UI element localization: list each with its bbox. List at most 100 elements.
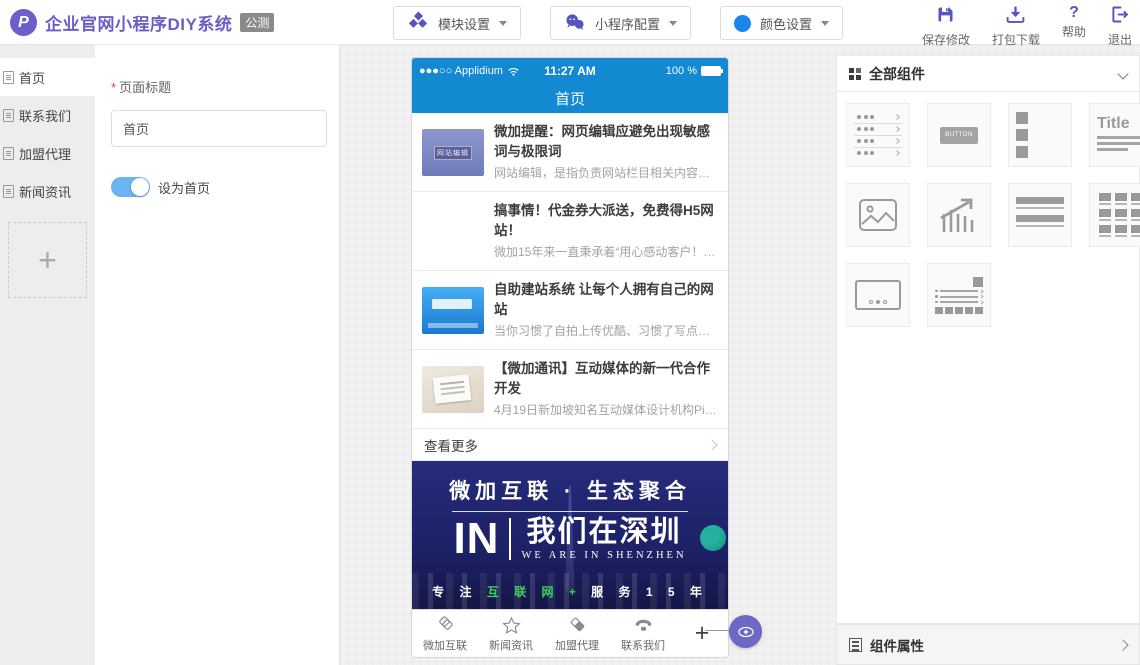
properties-title: 组件属性: [870, 635, 924, 655]
news-thumbnail: [422, 287, 484, 334]
sidebar-item-home[interactable]: 首页: [0, 58, 95, 96]
page-title-input[interactable]: [111, 110, 327, 147]
tab-news[interactable]: 新闻资讯: [478, 613, 544, 653]
add-tab-button[interactable]: +: [676, 619, 728, 648]
save-icon: [935, 4, 956, 30]
component-properties-bar[interactable]: 组件属性: [836, 624, 1140, 665]
rich-page-icon: [935, 277, 983, 314]
tab-contact[interactable]: 联系我们: [610, 613, 676, 653]
component-menu-list[interactable]: [846, 103, 910, 167]
app-title: 企业官网小程序DIY系统: [45, 10, 232, 35]
set-home-label: 设为首页: [158, 178, 210, 197]
add-page-button[interactable]: +: [8, 222, 87, 298]
header-dropdowns: 模块设置 小程序配置 颜色设置: [393, 6, 843, 40]
news-thumbnail: [422, 366, 484, 413]
tab-label: 加盟代理: [555, 637, 599, 653]
banner-bars-icon: [1016, 197, 1064, 233]
properties-list-icon: [849, 638, 862, 652]
sidebar-item-contact[interactable]: 联系我们: [0, 96, 95, 134]
view-more-link[interactable]: 查看更多: [412, 429, 728, 461]
help-icon: ?: [1069, 4, 1079, 22]
app-header: P 企业官网小程序DIY系统 公测 模块设置 小程序配置: [0, 0, 1140, 45]
news-item[interactable]: 搞事情！代金券大派送，免费得H5网站！ 微加15年来一直秉承着“用心感动客户！”…: [412, 192, 728, 271]
plus-icon: +: [695, 619, 710, 647]
banner-en-text: WE ARE IN SHENZHEN: [521, 550, 686, 561]
sidebar-item-label: 加盟代理: [19, 144, 71, 163]
module-settings-dropdown[interactable]: 模块设置: [393, 6, 521, 40]
article-list-icon: [1016, 112, 1064, 158]
component-tile-grid: BUTTON Title: [837, 92, 1139, 327]
chevron-right-icon: [706, 439, 717, 450]
tab-agency[interactable]: 加盟代理: [544, 613, 610, 653]
tab-weijia[interactable]: 微加互联: [412, 613, 478, 653]
help-button[interactable]: ? 帮助: [1062, 4, 1086, 48]
component-icon-grid[interactable]: [1089, 183, 1140, 247]
stats-chart-icon: [939, 196, 979, 234]
news-desc: 网站编辑，是指负责网站栏目相关内容的…: [494, 164, 718, 181]
phone-tab-bar: 微加互联 新闻资讯 加盟代理 联系我们 +: [412, 609, 728, 656]
component-button[interactable]: BUTTON: [927, 103, 991, 167]
news-desc: 当你习惯了自拍上传优酷、习惯了写点小…: [494, 322, 718, 339]
component-article-list[interactable]: [1008, 103, 1072, 167]
sidebar-item-label: 联系我们: [19, 106, 71, 125]
banner-tagline: 专 注 互 联 网 + 服 务 1 5 年: [412, 583, 728, 600]
component-title-text[interactable]: Title: [1089, 103, 1140, 167]
caret-down-icon: [499, 21, 507, 26]
sidebar-item-news[interactable]: 新闻资讯: [0, 172, 95, 210]
component-banner-bars[interactable]: [1008, 183, 1072, 247]
set-home-toggle[interactable]: [111, 177, 150, 197]
caret-down-icon: [821, 21, 829, 26]
news-list-component[interactable]: 网站编辑 微加提醒：网页编辑应避免出现敏感词与极限词 网站编辑，是指负责网站栏目…: [412, 113, 728, 461]
component-stats-chart[interactable]: [927, 183, 991, 247]
wechat-icon: [564, 11, 586, 36]
news-item[interactable]: 自助建站系统 让每个人拥有自己的网站 当你习惯了自拍上传优酷、习惯了写点小…: [412, 271, 728, 350]
banner-vertical-divider: [509, 518, 511, 560]
carousel-icon: [855, 280, 901, 310]
wifi-icon: [506, 64, 521, 77]
banner-image-component[interactable]: 微加互联 · 生态聚合 IN 我们在深圳 WE ARE IN SHENZHEN …: [412, 461, 728, 609]
news-thumbnail: 网站编辑: [422, 129, 484, 176]
save-button[interactable]: 保存修改: [922, 4, 970, 48]
plus-icon: +: [38, 242, 57, 279]
phone-preview: ●●●○○ Applidium 11:27 AM 100 % 首页 网站编辑 微…: [412, 58, 728, 657]
banner-headline: 微加互联 · 生态聚合: [412, 475, 728, 505]
title-text-icon: Title: [1097, 116, 1140, 154]
menu-list-icon: [854, 112, 902, 159]
brand: P 企业官网小程序DIY系统 公测: [10, 0, 274, 45]
icon-grid-icon: [1099, 193, 1140, 237]
component-image[interactable]: [846, 183, 910, 247]
miniprogram-config-dropdown[interactable]: 小程序配置: [550, 6, 691, 40]
component-rich-page[interactable]: [927, 263, 991, 327]
news-item[interactable]: 网站编辑 微加提醒：网页编辑应避免出现敏感词与极限词 网站编辑，是指负责网站栏目…: [412, 113, 728, 192]
sidebar-item-label: 新闻资讯: [19, 182, 71, 201]
tab-label: 微加互联: [423, 637, 467, 653]
banner-green-circle: [700, 525, 726, 551]
tab-label: 联系我们: [621, 637, 665, 653]
image-icon: [858, 198, 898, 232]
news-title: 微加提醒：网页编辑应避免出现敏感词与极限词: [494, 122, 718, 161]
phone-status-bar: ●●●○○ Applidium 11:27 AM 100 %: [412, 58, 728, 83]
exit-icon: [1109, 4, 1130, 30]
preview-eye-button[interactable]: [729, 615, 762, 648]
page-icon: [3, 71, 14, 84]
package-download-button[interactable]: 打包下载: [992, 4, 1040, 48]
news-item[interactable]: 【微加通讯】互动媒体的新一代合作开发 4月19日新加坡知名互动媒体设计机构Pin…: [412, 350, 728, 429]
news-title: 搞事情！代金券大派送，免费得H5网站！: [494, 201, 718, 240]
component-carousel[interactable]: [846, 263, 910, 327]
beta-badge: 公测: [240, 13, 274, 32]
sidebar-item-agency[interactable]: 加盟代理: [0, 134, 95, 172]
components-panel: 全部组件 BUTTON Title: [836, 55, 1140, 624]
chevron-down-icon: [1117, 68, 1128, 79]
diamonds-icon: [567, 616, 588, 636]
star-icon: [501, 616, 522, 636]
miniprogram-config-label: 小程序配置: [595, 14, 660, 33]
exit-button[interactable]: 退出: [1108, 4, 1132, 48]
components-panel-header[interactable]: 全部组件: [837, 56, 1139, 92]
phone-nav-bar: 首页: [412, 83, 728, 113]
color-settings-dropdown[interactable]: 颜色设置: [720, 6, 843, 40]
news-desc: 4月19日新加坡知名互动媒体设计机构Pinh…: [494, 401, 718, 418]
cubes-icon: [407, 11, 429, 36]
module-settings-label: 模块设置: [438, 14, 490, 33]
phone-page-title: 首页: [555, 88, 585, 109]
page-title-label: *页面标题: [111, 77, 323, 96]
